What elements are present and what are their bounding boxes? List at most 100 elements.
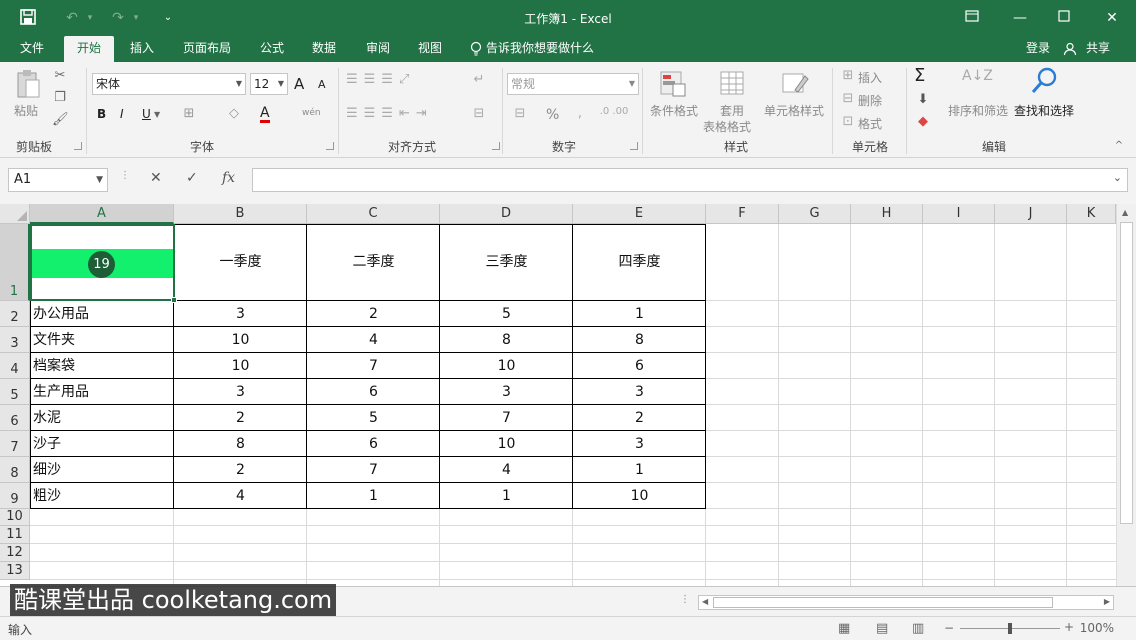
row-label-cell[interactable]: 沙子 bbox=[30, 431, 174, 457]
value-cell[interactable]: 10 bbox=[440, 431, 573, 457]
page-layout-view-icon[interactable]: ▤ bbox=[876, 621, 888, 636]
column-header-e[interactable]: E bbox=[573, 204, 706, 224]
merge-center-icon[interactable]: ⊟ bbox=[470, 106, 488, 121]
format-painter-icon[interactable]: 🖌 bbox=[52, 112, 69, 127]
row-header-10[interactable]: 10 bbox=[0, 509, 30, 526]
value-cell[interactable]: 6 bbox=[307, 379, 440, 405]
sort-filter-label[interactable]: 排序和筛选 bbox=[948, 102, 1008, 119]
row-header-13[interactable]: 13 bbox=[0, 562, 30, 580]
value-cell[interactable]: 10 bbox=[440, 353, 573, 379]
value-cell[interactable]: 6 bbox=[573, 353, 706, 379]
row-header-7[interactable]: 7 bbox=[0, 431, 30, 457]
column-header-g[interactable]: G bbox=[779, 204, 851, 224]
zoom-level[interactable]: 100% bbox=[1080, 621, 1114, 635]
format-as-table-icon[interactable] bbox=[718, 70, 748, 98]
column-header-d[interactable]: D bbox=[440, 204, 573, 224]
underline-button[interactable]: U bbox=[142, 107, 151, 121]
scroll-up-icon[interactable]: ▲ bbox=[1122, 208, 1128, 217]
delete-cells-label[interactable]: 删除 bbox=[858, 92, 882, 109]
format-cells-icon[interactable]: ⊡ bbox=[840, 114, 856, 129]
value-cell[interactable]: 4 bbox=[307, 327, 440, 353]
value-cell[interactable]: 2 bbox=[174, 457, 307, 483]
clear-icon[interactable]: ◆ bbox=[914, 114, 932, 129]
italic-button[interactable]: I bbox=[120, 107, 124, 121]
header-cell[interactable]: 四季度 bbox=[573, 249, 706, 275]
font-launcher-icon[interactable] bbox=[326, 142, 334, 150]
worksheet-grid[interactable]: ABCDEFGHIJK 1 2 3 4 5 6 7 8 9 10 11 12 13 一季度 二季度 三季度四… bbox=[0, 204, 1136, 586]
row-header-2[interactable]: 2 bbox=[0, 301, 30, 327]
cell-styles-label[interactable]: 单元格样式 bbox=[764, 102, 824, 119]
number-format-select[interactable]: 常规 ▼ bbox=[507, 73, 639, 95]
value-cell[interactable]: 5 bbox=[307, 405, 440, 431]
value-cell[interactable]: 8 bbox=[440, 327, 573, 353]
normal-view-icon[interactable]: ▦ bbox=[838, 621, 850, 636]
row-header-3[interactable]: 3 bbox=[0, 327, 30, 353]
value-cell[interactable]: 1 bbox=[307, 483, 440, 509]
value-cell[interactable]: 6 bbox=[307, 431, 440, 457]
scroll-right-icon[interactable]: ▶ bbox=[1104, 597, 1110, 606]
tab-home[interactable]: 开始 bbox=[64, 36, 114, 62]
format-cells-label[interactable]: 格式 bbox=[858, 115, 882, 132]
value-cell[interactable]: 5 bbox=[440, 301, 573, 327]
vertical-align-icons[interactable]: ☰☰☰⤢ bbox=[346, 72, 446, 92]
horizontal-scrollbar[interactable]: ◀ ▶ bbox=[698, 595, 1114, 610]
column-header-h[interactable]: H bbox=[851, 204, 923, 224]
horizontal-align-icons[interactable]: ☰☰☰⇤⇥ bbox=[346, 106, 466, 126]
row-label-cell[interactable]: 粗沙 bbox=[30, 483, 174, 509]
cell-styles-icon[interactable] bbox=[780, 70, 810, 98]
value-cell[interactable]: 7 bbox=[307, 457, 440, 483]
row-header-8[interactable]: 8 bbox=[0, 457, 30, 483]
row-header-1[interactable]: 1 bbox=[0, 224, 30, 301]
column-header-k[interactable]: K bbox=[1067, 204, 1116, 224]
row-label-cell[interactable]: 细沙 bbox=[30, 457, 174, 483]
value-cell[interactable]: 3 bbox=[174, 301, 307, 327]
row-label-cell[interactable]: 生产用品 bbox=[30, 379, 174, 405]
borders-icon[interactable]: ⊞ bbox=[180, 106, 198, 121]
value-cell[interactable]: 10 bbox=[573, 483, 706, 509]
row-label-cell[interactable]: 文件夹 bbox=[30, 327, 174, 353]
column-header-c[interactable]: C bbox=[307, 204, 440, 224]
header-cell[interactable]: 一季度 bbox=[174, 249, 307, 275]
formula-input[interactable]: ⌄ bbox=[252, 168, 1128, 192]
row-header-6[interactable]: 6 bbox=[0, 405, 30, 431]
expand-formula-icon[interactable]: ⌄ bbox=[1113, 171, 1122, 184]
bold-button[interactable]: B bbox=[97, 107, 106, 121]
value-cell[interactable]: 4 bbox=[174, 483, 307, 509]
clipboard-launcher-icon[interactable] bbox=[74, 142, 82, 150]
row-header-9[interactable]: 9 bbox=[0, 483, 30, 509]
vertical-scrollbar[interactable]: ▲ bbox=[1116, 204, 1136, 586]
ribbon-display-icon[interactable] bbox=[960, 6, 984, 30]
value-cell[interactable]: 7 bbox=[440, 405, 573, 431]
value-cell[interactable]: 2 bbox=[573, 405, 706, 431]
tab-formulas[interactable]: 公式 bbox=[250, 36, 294, 62]
header-cell[interactable]: 三季度 bbox=[440, 249, 573, 275]
insert-cells-icon[interactable]: ⊞ bbox=[840, 68, 856, 83]
maximize-icon[interactable] bbox=[1052, 6, 1076, 30]
value-cell[interactable]: 2 bbox=[174, 405, 307, 431]
header-cell[interactable]: 二季度 bbox=[307, 249, 440, 275]
close-icon[interactable]: ✕ bbox=[1100, 6, 1124, 30]
font-name-select[interactable]: 宋体 ▼ bbox=[92, 73, 246, 95]
decimal-icon[interactable]: .0 .00 bbox=[596, 106, 632, 117]
conditional-format-label[interactable]: 条件格式 bbox=[650, 102, 698, 119]
insert-function-icon[interactable]: fx bbox=[222, 170, 235, 186]
column-header-i[interactable]: I bbox=[923, 204, 995, 224]
cut-icon[interactable]: ✂ bbox=[52, 68, 68, 83]
tab-view[interactable]: 视图 bbox=[408, 36, 452, 62]
value-cell[interactable]: 8 bbox=[573, 327, 706, 353]
number-launcher-icon[interactable] bbox=[630, 142, 638, 150]
vertical-scroll-thumb[interactable] bbox=[1120, 222, 1133, 524]
value-cell[interactable]: 3 bbox=[573, 379, 706, 405]
column-header-f[interactable]: F bbox=[706, 204, 779, 224]
find-select-label[interactable]: 查找和选择 bbox=[1014, 102, 1074, 119]
tab-page-layout[interactable]: 页面布局 bbox=[176, 36, 238, 62]
percent-button[interactable]: % bbox=[546, 107, 559, 123]
row-header-11[interactable]: 11 bbox=[0, 526, 30, 544]
currency-icon[interactable]: ⊟ bbox=[510, 106, 530, 121]
alignment-launcher-icon[interactable] bbox=[492, 142, 500, 150]
row-label-cell[interactable]: 水泥 bbox=[30, 405, 174, 431]
row-header-4[interactable]: 4 bbox=[0, 353, 30, 379]
delete-cells-icon[interactable]: ⊟ bbox=[840, 91, 856, 106]
value-cell[interactable]: 7 bbox=[307, 353, 440, 379]
value-cell[interactable]: 10 bbox=[174, 353, 307, 379]
